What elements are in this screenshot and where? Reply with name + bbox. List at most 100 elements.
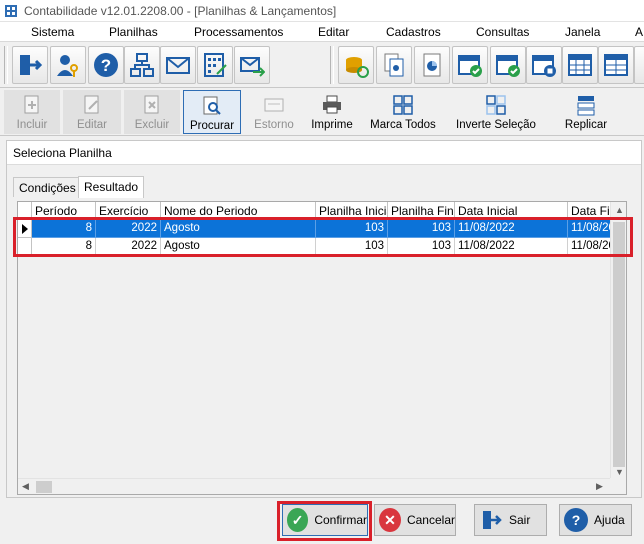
documents-icon[interactable]	[376, 46, 412, 84]
exit-door-icon	[479, 508, 503, 532]
replicar-button[interactable]: Replicar	[556, 90, 616, 134]
reverse-entry-icon	[262, 93, 286, 117]
exit-label: Sair	[509, 513, 531, 527]
check-icon: ✓	[287, 508, 309, 532]
header-data-inicial[interactable]: Data Inicial	[455, 202, 568, 220]
menu-sistema[interactable]: Sistema	[31, 25, 74, 39]
menu-editar[interactable]: Editar	[318, 25, 349, 39]
calendar-check-icon[interactable]	[452, 46, 488, 84]
header-periodo[interactable]: Período	[32, 202, 96, 220]
horizontal-scrollbar[interactable]: ◀ ▶	[18, 478, 610, 494]
scroll-up-icon[interactable]: ▲	[615, 205, 624, 215]
action-toolbar: Incluir Editar Excluir Procurar Estorno …	[0, 88, 644, 136]
menu-planilhas[interactable]: Planilhas	[109, 25, 158, 39]
row-indicator-icon	[18, 220, 32, 238]
table-row[interactable]: 8 2022 Agosto 103 103 11/08/2022 11/08/2…	[18, 220, 618, 238]
cell-data-inicial: 11/08/2022	[455, 238, 568, 256]
editar-button[interactable]: Editar	[63, 90, 121, 134]
header-planilha-final[interactable]: Planilha Final	[388, 202, 455, 220]
help-circle-icon: ?	[564, 508, 588, 532]
confirm-button[interactable]: ✓ Confirmar	[282, 504, 368, 536]
mail-forward-icon[interactable]	[234, 46, 270, 84]
menu-ajuda[interactable]: A	[635, 25, 643, 39]
estorno-button[interactable]: Estorno	[246, 90, 302, 134]
results-grid: Período Exercício Nome do Periodo Planil…	[17, 201, 627, 495]
cell-nome: Agosto	[161, 238, 316, 256]
select-all-icon	[391, 93, 415, 117]
incluir-button[interactable]: Incluir	[4, 90, 60, 134]
header-planilha-inicial[interactable]: Planilha Inicial	[316, 202, 388, 220]
vertical-scroll-thumb[interactable]	[613, 222, 625, 467]
help-icon[interactable]: ?	[88, 46, 124, 84]
cell-data-inicial: 11/08/2022	[455, 220, 568, 238]
procurar-button[interactable]: Procurar	[183, 90, 241, 134]
table-row[interactable]: 8 2022 Agosto 103 103 11/08/2022 11/08/2…	[18, 238, 618, 256]
calendar-grid-icon[interactable]	[562, 46, 598, 84]
marca-todos-button[interactable]: Marca Todos	[364, 90, 442, 134]
document-edit-icon	[80, 93, 104, 117]
main-toolbar: ?	[0, 42, 644, 88]
pie-chart-icon[interactable]	[414, 46, 450, 84]
invert-selection-icon	[484, 93, 508, 117]
cell-periodo: 8	[32, 238, 96, 256]
menu-cadastros[interactable]: Cadastros	[386, 25, 441, 39]
document-add-icon	[20, 93, 44, 117]
scroll-left-icon[interactable]: ◀	[22, 481, 29, 492]
menu-processamentos[interactable]: Processamentos	[194, 25, 283, 39]
cancel-button[interactable]: ✕ Cancelar	[374, 504, 456, 536]
imprime-label: Imprime	[311, 119, 353, 131]
menu-janela[interactable]: Janela	[565, 25, 600, 39]
cell-planilha-final: 103	[388, 238, 455, 256]
tab-condicoes[interactable]: Condições	[13, 177, 82, 197]
title-bar: Contabilidade v12.01.2208.00 - [Planilha…	[0, 0, 644, 22]
header-indicator	[18, 202, 32, 220]
calendar-ok-icon[interactable]	[490, 46, 526, 84]
coins-refresh-icon[interactable]	[338, 46, 374, 84]
scroll-right-icon[interactable]: ▶	[596, 481, 603, 492]
inverte-selecao-label: Inverte Seleção	[456, 119, 536, 131]
user-key-icon[interactable]	[50, 46, 86, 84]
select-spreadsheet-panel: Seleciona Planilha Condições Resultado P…	[6, 140, 642, 498]
window-title: Contabilidade v12.01.2208.00 - [Planilha…	[24, 3, 337, 18]
grid-header: Período Exercício Nome do Periodo Planil…	[18, 202, 618, 220]
mail-icon[interactable]	[160, 46, 196, 84]
document-delete-icon	[140, 93, 164, 117]
header-exercicio[interactable]: Exercício	[96, 202, 161, 220]
cancel-icon: ✕	[379, 508, 401, 532]
tab-resultado[interactable]: Resultado	[78, 176, 145, 198]
exit-button[interactable]: Sair	[474, 504, 547, 536]
exit-icon[interactable]	[12, 46, 48, 84]
org-chart-icon[interactable]	[124, 46, 160, 84]
dialog-footer: ✓ Confirmar ✕ Cancelar Sair ? Ajuda	[0, 500, 644, 544]
excluir-button[interactable]: Excluir	[124, 90, 180, 134]
calendar-table-icon[interactable]	[598, 46, 634, 84]
scroll-down-icon[interactable]: ▼	[615, 467, 624, 477]
app-icon	[4, 4, 18, 18]
excluir-label: Excluir	[134, 119, 170, 131]
calendar-stop-icon[interactable]	[526, 46, 562, 84]
cell-periodo: 8	[32, 220, 96, 238]
imprime-button[interactable]: Imprime	[304, 90, 360, 134]
cell-planilha-final: 103	[388, 220, 455, 238]
cancel-label: Cancelar	[406, 513, 455, 527]
magnifier-document-icon	[200, 94, 224, 118]
cell-nome: Agosto	[161, 220, 316, 238]
replicar-label: Replicar	[564, 119, 608, 131]
panel-title: Seleciona Planilha	[7, 141, 641, 165]
help-label: Ajuda	[594, 513, 625, 527]
svg-text:?: ?	[101, 56, 111, 75]
inverte-selecao-button[interactable]: Inverte Seleção	[450, 90, 542, 134]
menu-consultas[interactable]: Consultas	[476, 25, 529, 39]
calculator-icon[interactable]	[197, 46, 233, 84]
cell-exercicio: 2022	[96, 220, 161, 238]
menu-bar: Sistema Planilhas Processamentos Editar …	[0, 22, 644, 42]
procurar-label: Procurar	[189, 120, 235, 132]
help-button[interactable]: ? Ajuda	[559, 504, 632, 536]
header-nome-periodo[interactable]: Nome do Periodo	[161, 202, 316, 220]
horizontal-scroll-thumb[interactable]	[36, 481, 52, 493]
cell-exercicio: 2022	[96, 238, 161, 256]
cell-planilha-inicial: 103	[316, 238, 388, 256]
toolbar-separator	[330, 46, 334, 84]
window-icon[interactable]	[634, 46, 644, 84]
vertical-scrollbar[interactable]: ▲ ▼	[610, 202, 626, 478]
